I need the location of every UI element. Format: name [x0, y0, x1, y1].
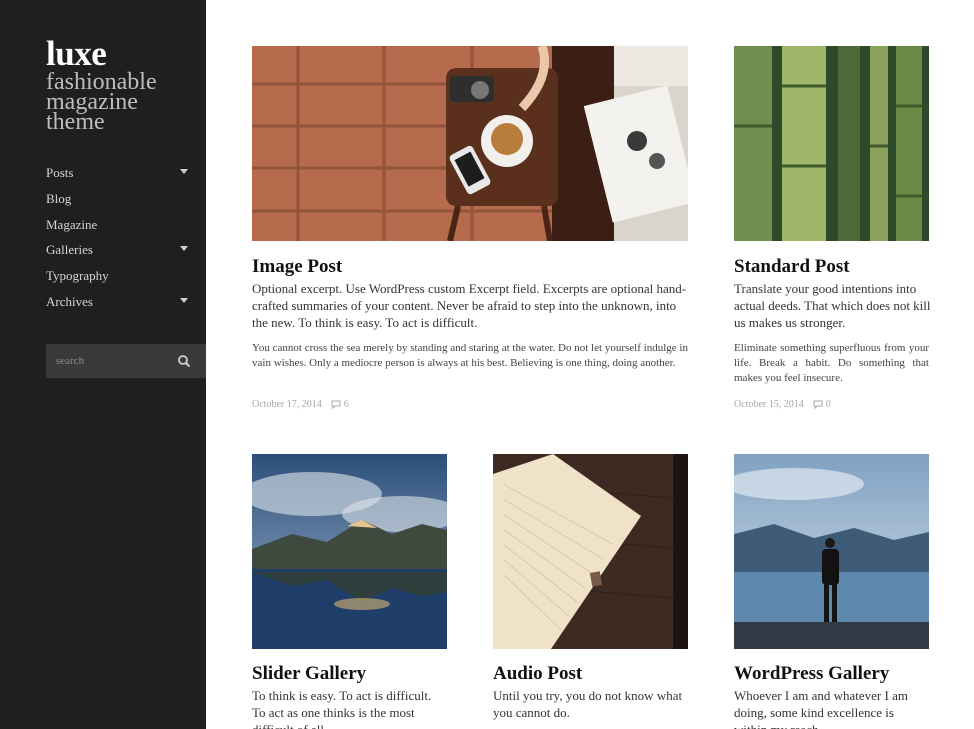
comment-count: 0 [825, 399, 831, 410]
post-title-wordpress-gallery[interactable]: WordPress Gallery [734, 663, 889, 685]
caret-down-icon[interactable] [180, 169, 188, 174]
post-meta: October 17, 2014 6 [252, 399, 349, 410]
nav-item-label: Magazine [46, 216, 98, 232]
nav-item-typography[interactable]: Typography [46, 266, 190, 292]
search-input[interactable] [46, 344, 172, 378]
post-thumbnail-tea-table[interactable] [252, 46, 688, 241]
main-nav: Posts Blog Magazine Galleries Typography… [46, 163, 190, 318]
nav-item-magazine[interactable]: Magazine [46, 215, 190, 241]
post-body: You cannot cross the sea merely by stand… [252, 342, 688, 369]
comment-count: 6 [343, 399, 349, 410]
nav-item-archives[interactable]: Archives [46, 292, 190, 318]
nav-item-label: Archives [46, 293, 93, 309]
post-excerpt: Translate your good intentions into actu… [734, 281, 931, 330]
post-date[interactable]: October 15, 2014 [734, 399, 804, 410]
nav-item-label: Typography [46, 268, 109, 284]
post-date[interactable]: October 17, 2014 [252, 399, 322, 410]
nav-item-label: Posts [46, 165, 74, 180]
post-title-audio-post[interactable]: Audio Post [493, 663, 582, 685]
post-thumbnail-bamboo[interactable] [734, 46, 929, 241]
nav-item-label: Blog [46, 190, 72, 206]
search-form [46, 344, 206, 378]
site-tagline: fashionable magazine theme [46, 69, 157, 135]
post-thumbnail-mountain-lake[interactable] [252, 454, 447, 649]
nav-item-galleries[interactable]: Galleries [46, 240, 190, 266]
post-excerpt: Optional excerpt. Use WordPress custom E… [252, 281, 687, 330]
post-thumbnail-notebook[interactable] [493, 454, 688, 649]
comment-icon [813, 400, 823, 409]
comments-link[interactable]: 0 [813, 399, 831, 410]
nav-item-blog[interactable]: Blog [46, 189, 190, 215]
caret-down-icon[interactable] [180, 297, 188, 303]
post-excerpt: Whoever I am and whatever I am doing, so… [734, 688, 908, 729]
post-body: Eliminate something superfluous from you… [734, 342, 929, 384]
post-title-slider-gallery[interactable]: Slider Gallery [252, 663, 366, 685]
post-title-image-post[interactable]: Image Post [252, 256, 342, 278]
sidebar: luxe fashionable magazine theme Posts Bl… [0, 0, 206, 729]
comment-icon [331, 400, 341, 409]
post-excerpt: Until you try, you do not know what you … [493, 688, 683, 720]
nav-item-label: Galleries [46, 242, 93, 258]
nav-item-posts[interactable]: Posts [46, 163, 190, 189]
post-meta: October 15, 2014 0 [734, 399, 831, 410]
post-title-standard-post[interactable]: Standard Post [734, 256, 850, 278]
caret-down-icon[interactable] [180, 246, 188, 252]
search-icon[interactable] [177, 354, 191, 368]
post-excerpt: To think is easy. To act is difficult. T… [252, 688, 432, 729]
post-thumbnail-man-by-lake[interactable] [734, 454, 929, 649]
site-title[interactable]: luxe [46, 34, 107, 74]
comments-link[interactable]: 6 [331, 399, 349, 410]
